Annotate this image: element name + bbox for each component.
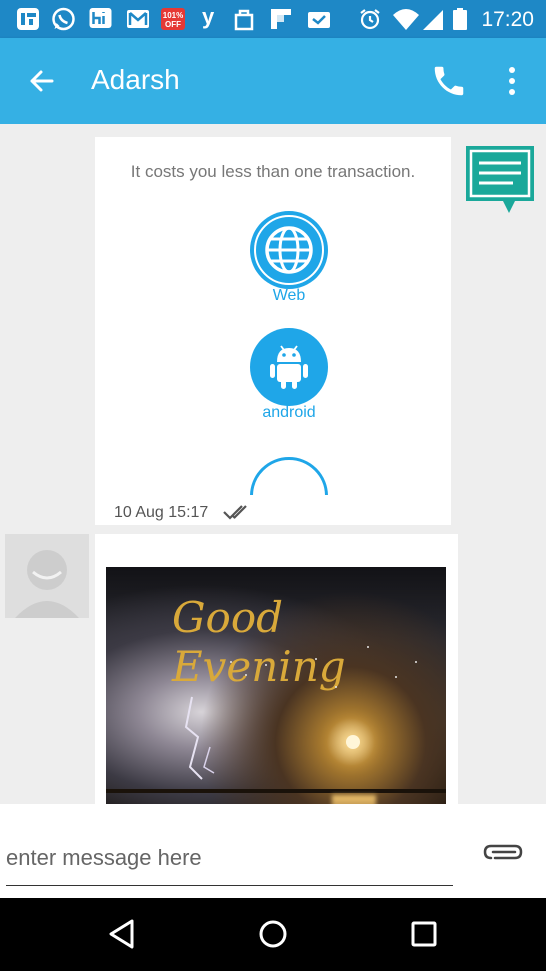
app-bar: Adarsh	[0, 38, 546, 124]
battery-icon	[453, 8, 467, 30]
platform-label-web: Web	[272, 287, 306, 304]
chat-bubble-icon[interactable]	[463, 143, 537, 217]
status-time: 17:20	[481, 8, 534, 31]
navigation-bar	[0, 898, 546, 971]
arrow-back-icon[interactable]	[24, 63, 60, 99]
sun-graphic	[346, 735, 360, 749]
good-evening-image[interactable]: Good Evening	[106, 567, 446, 804]
message-bubble-outgoing[interactable]: It costs you less than one transaction. …	[95, 137, 451, 525]
chat-area[interactable]: It costs you less than one transaction. …	[0, 124, 546, 804]
status-bar: 101% OFF y 17:20	[0, 0, 546, 38]
svg-text:OFF: OFF	[165, 20, 181, 29]
message-composer	[0, 804, 546, 898]
android-icon	[250, 328, 328, 406]
double-check-icon	[223, 505, 247, 520]
partial-platform-icon	[250, 457, 328, 495]
image-caption-text: It costs you less than one transaction.	[130, 162, 416, 181]
alarm-icon	[360, 9, 380, 30]
default-avatar-icon[interactable]	[5, 534, 89, 618]
nav-back-icon[interactable]	[104, 916, 140, 952]
flipboard-icon	[271, 9, 291, 29]
message-bubble-incoming[interactable]: Good Evening	[95, 534, 458, 804]
nav-recents-icon[interactable]	[406, 916, 442, 952]
ifttt-icon	[17, 8, 39, 30]
globe-icon	[250, 211, 328, 289]
paperclip-icon[interactable]	[481, 839, 525, 865]
hike-icon	[89, 8, 112, 28]
wifi-icon	[393, 9, 419, 30]
signal-icon	[423, 10, 443, 30]
offer-icon: 101% OFF	[161, 8, 185, 30]
message-timestamp: 10 Aug 15:17	[114, 504, 209, 521]
conversation-title: Adarsh	[91, 64, 180, 95]
lightning-bolt-graphic	[106, 646, 446, 793]
mail-check-icon	[308, 12, 330, 28]
water-reflection-graphic	[332, 795, 376, 804]
shopping-bag-icon	[234, 9, 254, 31]
whatsapp-icon	[52, 7, 75, 31]
svg-text:101%: 101%	[163, 11, 183, 20]
message-input[interactable]	[6, 830, 453, 886]
more-vert-icon[interactable]	[500, 62, 524, 100]
phone-icon[interactable]	[430, 62, 468, 100]
nav-home-icon[interactable]	[255, 916, 291, 952]
yatra-icon: y	[202, 4, 215, 29]
gmail-icon	[127, 10, 149, 28]
platform-label-android: android	[262, 404, 316, 421]
